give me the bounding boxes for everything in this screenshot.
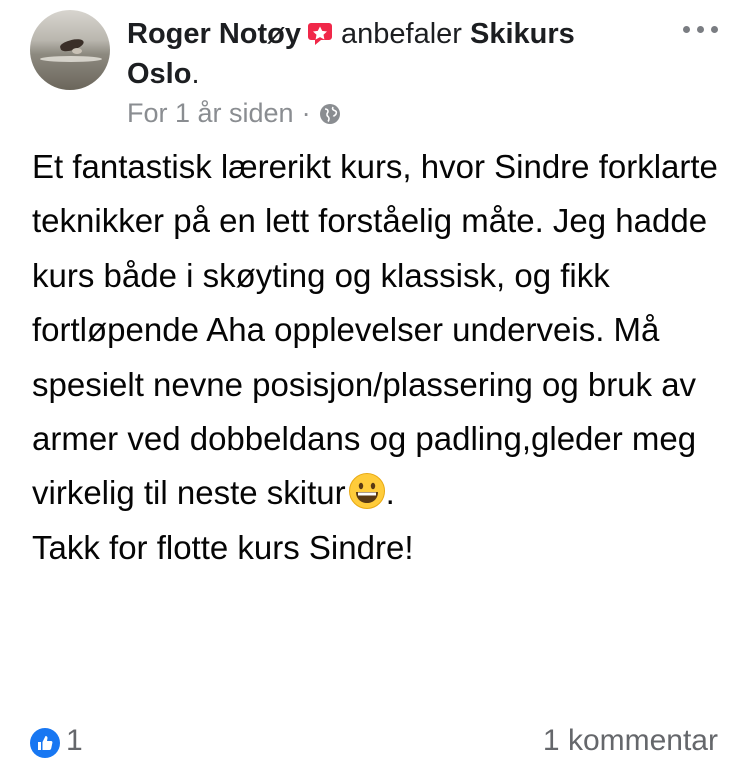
post-closing-line: Takk for flotte kurs Sindre! [32,528,414,566]
more-dot-icon [711,26,718,33]
meta-separator: · [301,98,311,128]
post-header: Roger Notøy anbefaler Skikurs Oslo. [127,14,647,94]
avatar-photo-wake [40,56,102,62]
like-count[interactable]: 1 [66,724,83,758]
post-footer: 1 1 kommentar [0,722,750,764]
author-avatar[interactable] [30,10,110,90]
post-body-text: Et fantastisk lærerikt kurs, hvor Sindre… [32,148,718,512]
post-meta: For 1 år siden · [127,98,341,129]
post-body: Et fantastisk lærerikt kurs, hvor Sindre… [32,140,732,575]
grinning-face-emoji-icon [348,473,385,510]
recommend-badge-icon [308,23,332,45]
post-timestamp[interactable]: For 1 år siden [127,98,294,129]
more-dot-icon [697,26,704,33]
more-dot-icon [683,26,690,33]
globe-icon [319,103,340,124]
thumbs-up-icon [38,736,53,750]
author-name[interactable]: Roger Notøy [127,18,301,50]
more-options-button[interactable] [683,26,718,33]
page-name-part2: Oslo [127,58,192,90]
page-name-part1: Skikurs [470,18,575,50]
header-period: . [191,58,200,90]
like-reaction-icon[interactable] [30,728,60,758]
post-body-period: . [385,474,395,512]
avatar-photo-detail [72,48,82,54]
post-body-paragraph: Et fantastisk lærerikt kurs, hvor Sindre… [32,140,732,521]
recommend-verb: anbefaler [341,18,462,50]
comments-count-link[interactable]: 1 kommentar [543,724,718,758]
